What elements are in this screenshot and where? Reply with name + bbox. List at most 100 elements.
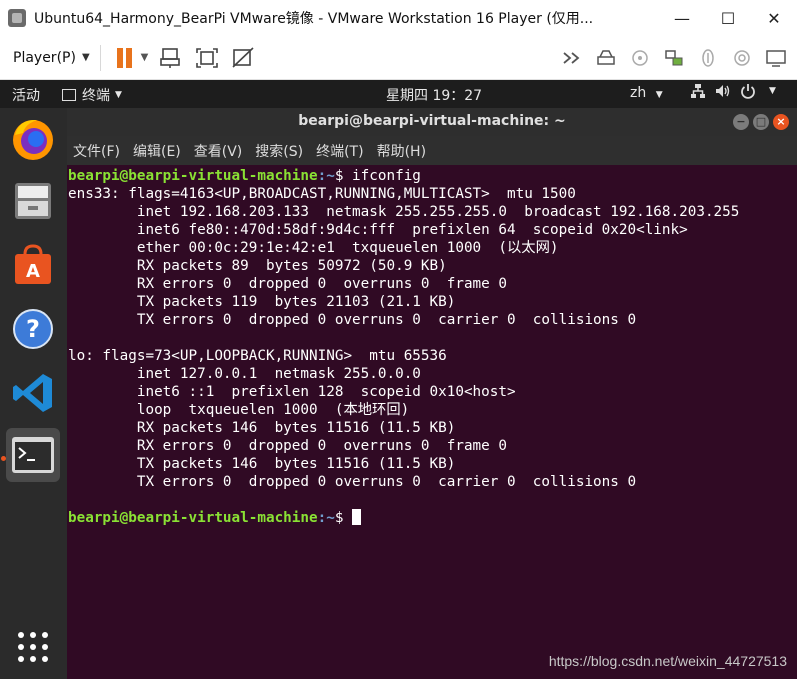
dock-software[interactable]: A (6, 238, 60, 292)
app-menu-label: 终端 (82, 88, 110, 104)
language-label: zh (630, 85, 647, 101)
screen-icon (766, 50, 786, 67)
chevron-down-icon: ▼ (769, 86, 776, 96)
help-icon: ? (13, 309, 53, 349)
activities-button[interactable]: 活动 (12, 85, 40, 105)
prompt-user: bearpi@bearpi-virtual-machine (68, 510, 318, 526)
dock-firefox[interactable] (6, 112, 60, 166)
terminal-window-buttons: − □ × (733, 114, 789, 130)
output-line: inet6 ::1 prefixlen 128 scopeid 0x10<hos… (68, 384, 516, 400)
menu-file[interactable]: 文件(F) (73, 141, 120, 161)
output-line: lo: flags=73<UP,LOOPBACK,RUNNING> mtu 65… (68, 348, 447, 364)
close-button[interactable]: ✕ (751, 0, 797, 36)
dock-terminal[interactable] (6, 428, 60, 482)
watermark: https://blog.csdn.net/weixin_44727513 (548, 653, 787, 669)
fit-window-icon (196, 47, 219, 68)
clock[interactable]: 星期四 19：27 (386, 85, 482, 105)
terminal-output-area[interactable]: bearpi@bearpi-virtual-machine:~$ ifconfi… (67, 165, 797, 679)
cd-drive-button[interactable] (627, 46, 653, 70)
terminal-menubar: 文件(F) 编辑(E) 查看(V) 搜索(S) 终端(T) 帮助(H) (67, 136, 797, 165)
menu-help[interactable]: 帮助(H) (377, 141, 426, 161)
menu-terminal[interactable]: 终端(T) (316, 141, 363, 161)
power-icon (741, 84, 755, 99)
output-line: RX packets 89 bytes 50972 (50.9 KB) (68, 258, 447, 274)
prompt-path: :~ (317, 168, 335, 184)
maximize-button[interactable]: ☐ (705, 0, 751, 36)
dock-vscode[interactable] (6, 366, 60, 420)
prompt-user: bearpi@bearpi-virtual-machine (68, 168, 318, 184)
command-text: $ ifconfig (334, 168, 421, 184)
window-controls: — ☐ ✕ (659, 0, 797, 36)
unity-button[interactable] (230, 46, 256, 70)
window-titlebar: Ubuntu64_Harmony_BearPi VMware镜像 - VMwar… (0, 0, 797, 36)
prompt-path: :~ (317, 510, 335, 526)
player-menu-label: Player(P) (13, 49, 76, 66)
display-button[interactable] (763, 46, 789, 70)
vscode-icon (13, 374, 52, 412)
menu-edit[interactable]: 编辑(E) (133, 141, 181, 161)
player-menu[interactable]: Player(P) ▼ (13, 50, 90, 66)
pause-icon (116, 47, 123, 68)
sound-card-button[interactable] (729, 46, 755, 70)
hard-disk-button[interactable] (593, 46, 619, 70)
file-cabinet-icon (15, 183, 51, 219)
dock-help[interactable]: ? (6, 302, 60, 356)
output-line: TX errors 0 dropped 0 overruns 0 carrier… (68, 474, 637, 490)
chevron-down-icon: ▼ (140, 52, 149, 63)
vmware-app-icon (8, 9, 26, 27)
vmware-toolbar: Player(P) ▼ ▼ (0, 36, 797, 80)
software-center-icon: A (15, 244, 51, 284)
output-line: TX packets 119 bytes 21103 (21.1 KB) (68, 294, 456, 310)
minimize-button[interactable]: — (659, 0, 705, 36)
unity-icon (232, 46, 254, 68)
prompt-symbol: $ (334, 510, 353, 526)
terminal-titlebar: bearpi@bearpi-virtual-machine: ~ − □ × (67, 108, 797, 136)
terminal-maximize-button[interactable]: □ (753, 114, 769, 130)
send-ctrl-alt-del-button[interactable] (158, 46, 184, 70)
output-line: RX errors 0 dropped 0 overruns 0 frame 0 (68, 276, 507, 292)
terminal-close-button[interactable]: × (773, 114, 789, 130)
chevron-down-icon: ▼ (81, 52, 90, 63)
network-wired-icon (691, 84, 705, 98)
output-line: loop txqueuelen 1000 (本地环回) (68, 402, 410, 418)
show-applications-button[interactable] (6, 620, 60, 674)
input-language-menu[interactable]: zh ▼ (630, 85, 663, 101)
usb-button[interactable] (695, 46, 721, 70)
chevron-down-icon: ▼ (655, 90, 663, 100)
output-line: TX errors 0 dropped 0 overruns 0 carrier… (68, 312, 637, 328)
usb-icon (702, 49, 714, 67)
double-arrow-icon (563, 52, 580, 64)
terminal-title: bearpi@bearpi-virtual-machine: ~ (298, 113, 566, 129)
svg-text:A: A (26, 261, 40, 282)
output-line: inet6 fe80::470d:58df:9d4c:fff prefixlen… (68, 222, 688, 238)
running-indicator (1, 456, 6, 461)
output-line: RX packets 146 bytes 11516 (11.5 KB) (68, 420, 456, 436)
more-devices-button[interactable] (559, 46, 585, 70)
output-line: inet 127.0.0.1 netmask 255.0.0.0 (68, 366, 421, 382)
device-icons (551, 36, 789, 80)
app-menu[interactable]: 终端 ▼ (62, 85, 122, 105)
menu-view[interactable]: 查看(V) (194, 141, 243, 161)
system-status-menu[interactable]: ▼ (690, 83, 776, 99)
ubuntu-dock: A ? (0, 108, 67, 679)
output-line: inet 192.168.203.133 netmask 255.255.255… (68, 204, 740, 220)
ubuntu-top-bar: 活动 终端 ▼ 星期四 19：27 zh ▼ ▼ (0, 80, 797, 108)
terminal-minimize-button[interactable]: − (733, 114, 749, 130)
firefox-icon (13, 119, 53, 160)
menu-search[interactable]: 搜索(S) (255, 141, 303, 161)
pause-button[interactable]: ▼ (116, 47, 149, 68)
app-grid-icon (18, 632, 48, 662)
dock-files[interactable] (6, 174, 60, 228)
window-title: Ubuntu64_Harmony_BearPi VMware镜像 - VMwar… (34, 11, 594, 27)
send-keys-icon (160, 47, 181, 68)
terminal-app-icon (12, 437, 54, 473)
cd-icon (632, 50, 648, 66)
audio-icon (734, 50, 750, 66)
output-line: TX packets 146 bytes 11516 (11.5 KB) (68, 456, 456, 472)
fit-window-button[interactable] (194, 46, 220, 70)
output-line: RX errors 0 dropped 0 overruns 0 frame 0 (68, 438, 507, 454)
output-line: ether 00:0c:29:1e:42:e1 txqueuelen 1000 … (68, 240, 559, 256)
network-adapter-button[interactable] (661, 46, 687, 70)
